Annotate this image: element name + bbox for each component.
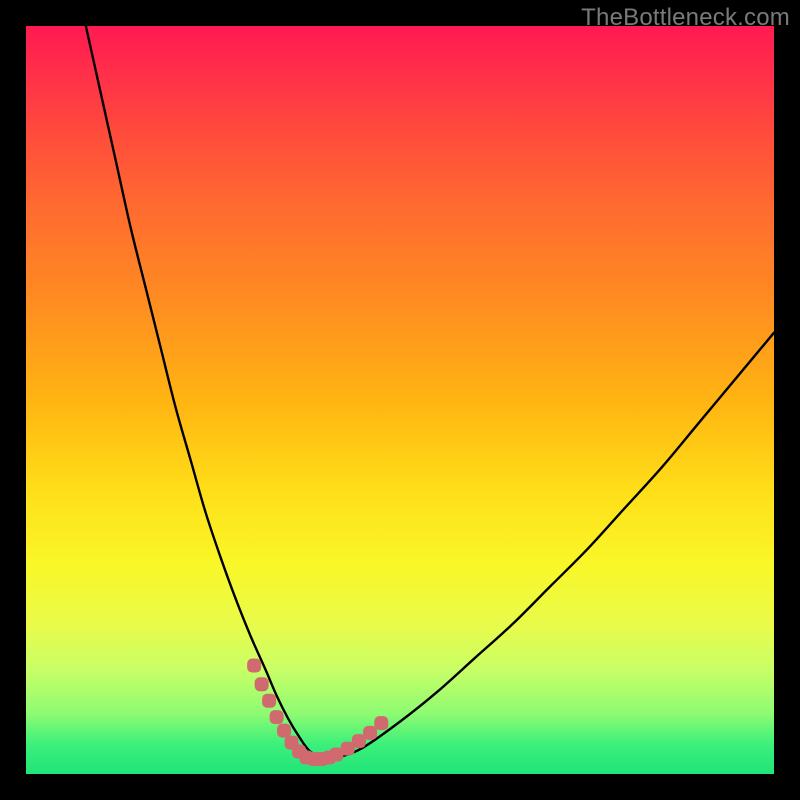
plot-area bbox=[26, 26, 774, 774]
bottleneck-curve bbox=[86, 26, 774, 759]
highlight-marker bbox=[374, 716, 388, 730]
highlight-marker bbox=[270, 710, 284, 724]
chart-svg bbox=[26, 26, 774, 774]
highlight-marker bbox=[247, 659, 261, 673]
highlight-marker bbox=[262, 694, 276, 708]
highlight-marker bbox=[255, 677, 269, 691]
watermark-text: TheBottleneck.com bbox=[581, 4, 790, 32]
outer-frame: TheBottleneck.com bbox=[0, 0, 800, 800]
highlight-marker bbox=[363, 726, 377, 740]
highlight-marker bbox=[277, 724, 291, 738]
